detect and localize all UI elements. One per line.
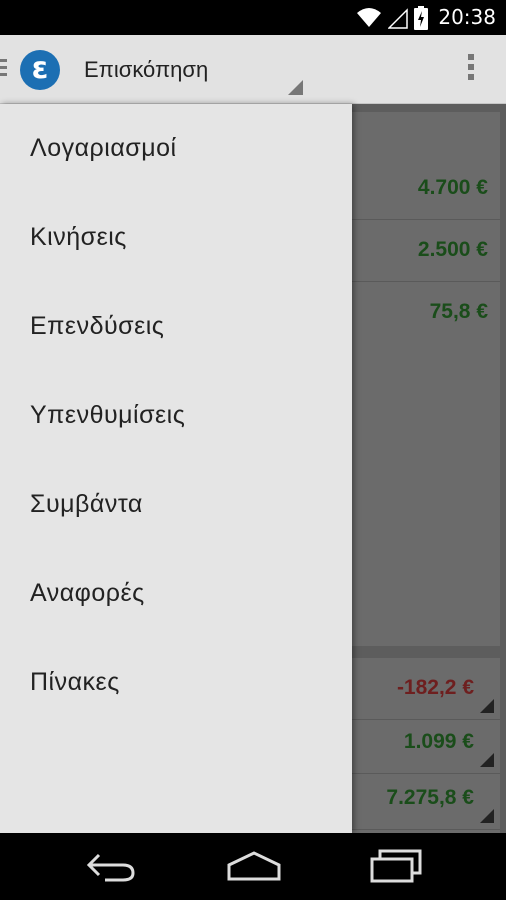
home-icon[interactable] xyxy=(225,845,283,885)
drawer-item-label: Επενδύσεις xyxy=(30,312,165,340)
status-icons xyxy=(356,6,428,30)
drawer-item-label: Πίνακες xyxy=(30,668,120,696)
wifi-icon xyxy=(357,8,381,27)
drawer-item-transactions[interactable]: Κινήσεις xyxy=(0,193,352,282)
signal-icon xyxy=(388,8,408,29)
summary-amount: 7.275,8 € xyxy=(386,786,474,809)
summary-amount: -182,2 € xyxy=(396,676,474,699)
drawer-indicator-icon[interactable] xyxy=(0,59,7,80)
summary-row[interactable]: 1.099 € xyxy=(352,712,500,774)
drawer-item-label: Λογαριασμοί xyxy=(30,134,177,162)
account-amount: 4.700 € xyxy=(417,176,488,199)
account-amount: 2.500 € xyxy=(417,238,488,261)
account-amount: 75,8 € xyxy=(429,300,488,323)
action-bar: ε Επισκόπηση xyxy=(0,35,506,104)
spinner-corner-icon xyxy=(480,753,494,767)
drawer-item-label: Συμβάντα xyxy=(30,490,143,518)
app-logo[interactable]: ε xyxy=(20,50,60,90)
drawer-item-label: Αναφορές xyxy=(30,579,145,607)
account-row[interactable]: 75,8 € xyxy=(352,282,500,344)
battery-charging-icon xyxy=(414,6,428,30)
status-bar: 20:38 xyxy=(0,0,506,35)
accounts-card: 4.700 € 2.500 € 75,8 € xyxy=(352,112,500,646)
spinner-arrow-icon[interactable] xyxy=(288,80,303,95)
drawer-item-label: Κινήσεις xyxy=(30,223,127,251)
account-row[interactable]: 2.500 € xyxy=(352,220,500,282)
status-time: 20:38 xyxy=(438,5,496,29)
view-spinner[interactable]: Επισκόπηση xyxy=(84,57,208,83)
spinner-corner-icon xyxy=(480,699,494,713)
spinner-corner-icon xyxy=(480,809,494,823)
drawer-item-label: Υπενθυμίσεις xyxy=(30,401,186,429)
drawer-item-investments[interactable]: Επενδύσεις xyxy=(0,282,352,371)
back-icon[interactable] xyxy=(85,845,139,885)
drawer-item-tables[interactable]: Πίνακες xyxy=(0,638,352,727)
navigation-bar xyxy=(0,833,506,900)
drawer-item-events[interactable]: Συμβάντα xyxy=(0,460,352,549)
summary-amount: 1.099 € xyxy=(403,730,474,753)
account-row[interactable]: 4.700 € xyxy=(352,158,500,220)
summary-row[interactable]: -182,2 € xyxy=(352,658,500,720)
drawer-item-reports[interactable]: Αναφορές xyxy=(0,549,352,638)
recent-apps-icon[interactable] xyxy=(368,845,424,885)
navigation-drawer: Λογαριασμοί Κινήσεις Επενδύσεις Υπενθυμί… xyxy=(0,104,352,833)
drawer-item-reminders[interactable]: Υπενθυμίσεις xyxy=(0,371,352,460)
drawer-item-accounts[interactable]: Λογαριασμοί xyxy=(0,104,352,193)
overflow-menu-icon[interactable] xyxy=(468,54,474,84)
summary-row[interactable]: 7.275,8 € xyxy=(352,768,500,830)
summary-card: -182,2 € 1.099 € 7.275,8 € xyxy=(352,658,500,833)
